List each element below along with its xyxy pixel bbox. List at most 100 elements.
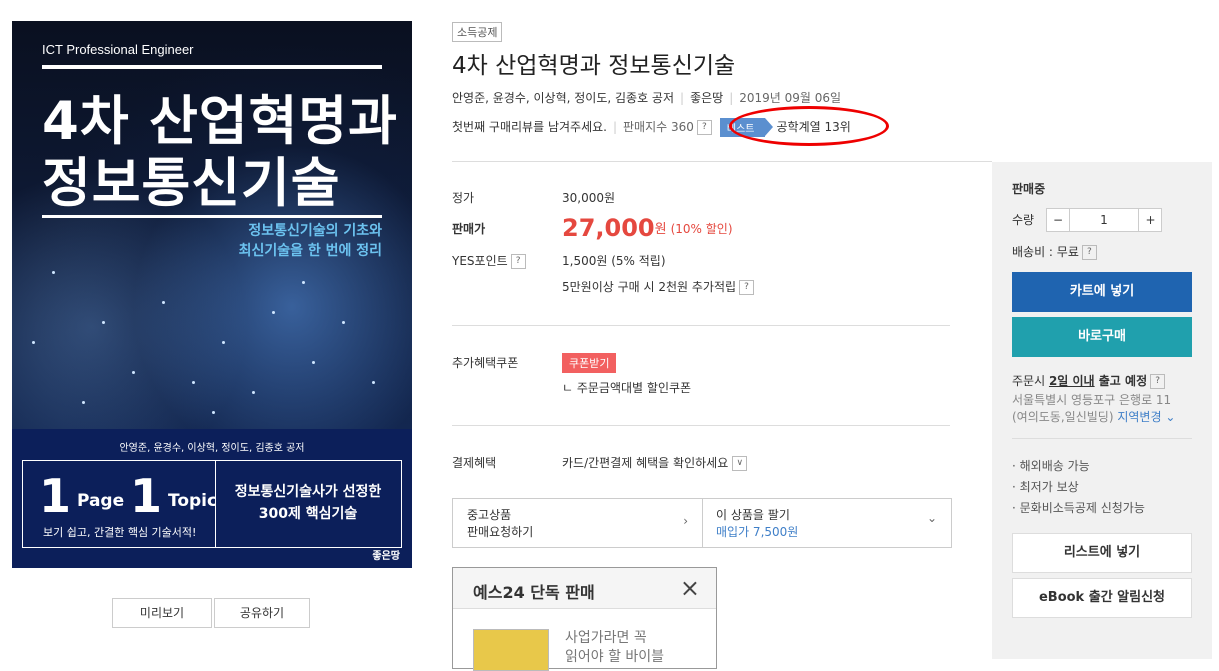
quantity-label: 수량 (1012, 213, 1035, 227)
sale-price-unit: 원 (654, 222, 667, 237)
delivery-estimate: 주문시 2일 이내 출고 예정? (1012, 372, 1166, 389)
list-price-value: 30,000원 (562, 191, 616, 205)
cover-one-page-one-topic: 1 Page 1 Topic (39, 469, 217, 523)
cover-right-line2: 300제 핵심기술 (258, 506, 358, 522)
chevron-down-icon: ⌄ (926, 511, 937, 525)
yes-point-label-text: YES포인트 (452, 254, 508, 268)
benefit-culture-deduction: · 문화비소득공제 신청가능 (1012, 501, 1145, 515)
qty-minus-button[interactable]: − (1047, 209, 1070, 231)
cover-page: Page (76, 491, 125, 511)
share-button[interactable]: 공유하기 (214, 598, 310, 628)
sales-index: 판매지수 360 (623, 120, 694, 134)
close-icon[interactable]: × (680, 574, 700, 602)
yes-point-help-icon[interactable]: ? (510, 254, 526, 269)
cover-description: 정보통신기술의 기초와 최신기술을 한 번에 정리 (239, 221, 382, 261)
product-authors[interactable]: 안영준, 윤경수, 이상혁, 정이도, 김종호 공저 (452, 91, 674, 105)
ebook-alert-button[interactable]: eBook 출간 알림신청 (1012, 578, 1192, 618)
sell-this-product-button[interactable]: 이 상품을 팔기 매입가 7,500원 ⌄ (702, 499, 951, 547)
cover-one-a: 1 (39, 469, 72, 523)
cover-rule-bottom (42, 215, 382, 218)
payment-benefit: 카드/간편결제 혜택을 확인하세요 ∨ (562, 454, 748, 471)
book-cover-image[interactable]: ICT Professional Engineer 4차 산업혁명과 정보통신기… (12, 21, 412, 568)
address-line2: (여의도동,일신빌딩) (1012, 410, 1114, 424)
address-line1: 서울특별시 영등포구 은행로 11 (1012, 393, 1172, 407)
quantity-stepper: − 1 + (1046, 208, 1162, 232)
used-sale-request-button[interactable]: 중고상품 판매요청하기 › (453, 499, 703, 547)
delivery-prefix: 주문시 (1012, 374, 1049, 388)
product-meta: 안영준, 윤경수, 이상혁, 정이도, 김종호 공저 | 좋은땅 | 2019년 09월… (452, 91, 842, 105)
coupon-label: 추가혜택쿠폰 (452, 356, 519, 370)
price-divider (452, 325, 950, 326)
cover-publisher-logo: 좋은땅 (372, 551, 400, 562)
cover-title: 4차 산업혁명과 정보통신기술 (42, 91, 398, 215)
delivery-help-icon[interactable]: ? (1150, 374, 1166, 389)
popup-title: 예스24 단독 판매 (473, 583, 595, 602)
popup-book-thumbnail[interactable] (473, 629, 549, 671)
sell-line1: 이 상품을 팔기 (716, 508, 790, 522)
cover-authors: 안영준, 윤경수, 이상혁, 정이도, 김종호 공저 (119, 443, 305, 454)
cover-topic: Topic (167, 491, 218, 511)
panel-divider (1012, 438, 1192, 439)
cover-desc-line1: 정보통신기술의 기초와 (248, 223, 382, 239)
cover-subtitle: ICT Professional Engineer (42, 42, 194, 57)
yes-point-extra-text: 5만원이상 구매 시 2천원 추가적립 (562, 280, 737, 294)
delivery-days: 2일 이내 (1048, 374, 1095, 388)
qty-input[interactable]: 1 (1070, 209, 1138, 231)
sell-options-box: 중고상품 판매요청하기 › 이 상품을 팔기 매입가 7,500원 ⌄ (452, 498, 952, 548)
popup-text-line2: 읽어야 할 바이블 (565, 649, 665, 665)
sale-status: 판매중 (1012, 182, 1046, 196)
shipping-help-icon[interactable]: ? (1081, 245, 1097, 260)
review-prompt-link[interactable]: 첫번째 구매리뷰를 남겨주세요. (452, 120, 607, 134)
qty-plus-button[interactable]: + (1138, 209, 1162, 231)
get-coupon-button[interactable]: 쿠폰받기 (562, 353, 617, 373)
used-line2: 판매요청하기 (467, 525, 534, 539)
discount-rate: (10% 할인) (670, 222, 733, 236)
popup-book-text[interactable]: 사업가라면 꼭 읽어야 할 바이블 (565, 629, 664, 667)
buyback-price: 매입가 7,500원 (716, 525, 799, 539)
yes-point-value: 1,500원 (5% 적립) (562, 254, 666, 268)
cover-rule-top (42, 65, 382, 69)
point-extra-help-icon[interactable]: ? (739, 280, 755, 295)
sale-price-label: 판매가 (452, 222, 486, 236)
cover-right-line1: 정보통신기술사가 선정한 (234, 484, 382, 500)
payment-benefit-text: 카드/간편결제 혜택을 확인하세요 (562, 456, 729, 470)
sales-index-help-icon[interactable]: ? (696, 120, 712, 135)
preview-button[interactable]: 미리보기 (112, 598, 212, 628)
delivery-address: 서울특별시 영등포구 은행로 11 (여의도동,일신빌딩) 지역변경 ⌄ (1012, 392, 1175, 426)
shipping-fee: 배송비 : 무료? (1012, 243, 1097, 260)
sale-price-value: 27,000 (562, 214, 655, 242)
change-region-link[interactable]: 지역변경 ⌄ (1117, 410, 1175, 424)
cover-right-text: 정보통신기술사가 선정한 300제 핵심기술 (215, 481, 401, 525)
buy-now-button[interactable]: 바로구매 (1012, 317, 1192, 357)
cover-one-b: 1 (130, 469, 163, 523)
cover-title-line2: 정보통신기술 (42, 153, 341, 214)
popup-text-line1: 사업가라면 꼭 (565, 630, 647, 646)
cover-artwork: ICT Professional Engineer 4차 산업혁명과 정보통신기… (12, 21, 412, 429)
product-publisher[interactable]: 좋은땅 (690, 91, 723, 105)
add-to-list-button[interactable]: 리스트에 넣기 (1012, 533, 1192, 573)
payment-benefit-label: 결제혜택 (452, 456, 497, 470)
benefit-overseas: · 해외배송 가능 (1012, 459, 1090, 473)
delivery-suffix: 출고 예정 (1094, 374, 1148, 388)
cover-left-subtext: 보기 쉽고, 간결한 핵심 기술서적! (43, 526, 197, 539)
cover-bottom-band: 안영준, 윤경수, 이상혁, 정이도, 김종호 공저 1 Page 1 Topi… (12, 429, 412, 568)
shipping-fee-text: 배송비 : 무료 (1012, 245, 1079, 259)
list-price-label: 정가 (452, 191, 475, 205)
coupon-detail: ㄴ 주문금액대별 할인쿠폰 (562, 381, 692, 395)
benefit-lowest-price: · 최저가 보상 (1012, 480, 1079, 494)
cover-info-box: 1 Page 1 Topic 보기 쉽고, 간결한 핵심 기술서적! 정보통신기… (22, 460, 402, 548)
payment-benefit-dropdown-icon[interactable]: ∨ (732, 456, 748, 471)
purchase-panel: 판매중 수량 − 1 + 배송비 : 무료? 카트에 넣기 바로구매 주문시 2… (992, 162, 1212, 659)
product-date: 2019년 09월 06일 (739, 91, 842, 105)
yes-point-extra: 5만원이상 구매 시 2천원 추가적립? (562, 278, 755, 295)
popup-header: 예스24 단독 판매 × (453, 568, 716, 609)
sale-price: 27,000원 (10% 할인) (562, 214, 733, 242)
add-to-cart-button[interactable]: 카트에 넣기 (1012, 272, 1192, 312)
header-divider (452, 161, 992, 162)
product-title: 4차 산업혁명과 정보통신기술 (452, 53, 736, 79)
exclusive-sale-popup: 예스24 단독 판매 × 사업가라면 꼭 읽어야 할 바이블 (452, 567, 717, 671)
cover-desc-line2: 최신기술을 한 번에 정리 (238, 243, 382, 259)
income-deduction-tag: 소득공제 (452, 22, 503, 42)
cover-title-line1: 4차 산업혁명과 (42, 91, 398, 152)
chevron-right-icon: › (683, 514, 688, 528)
